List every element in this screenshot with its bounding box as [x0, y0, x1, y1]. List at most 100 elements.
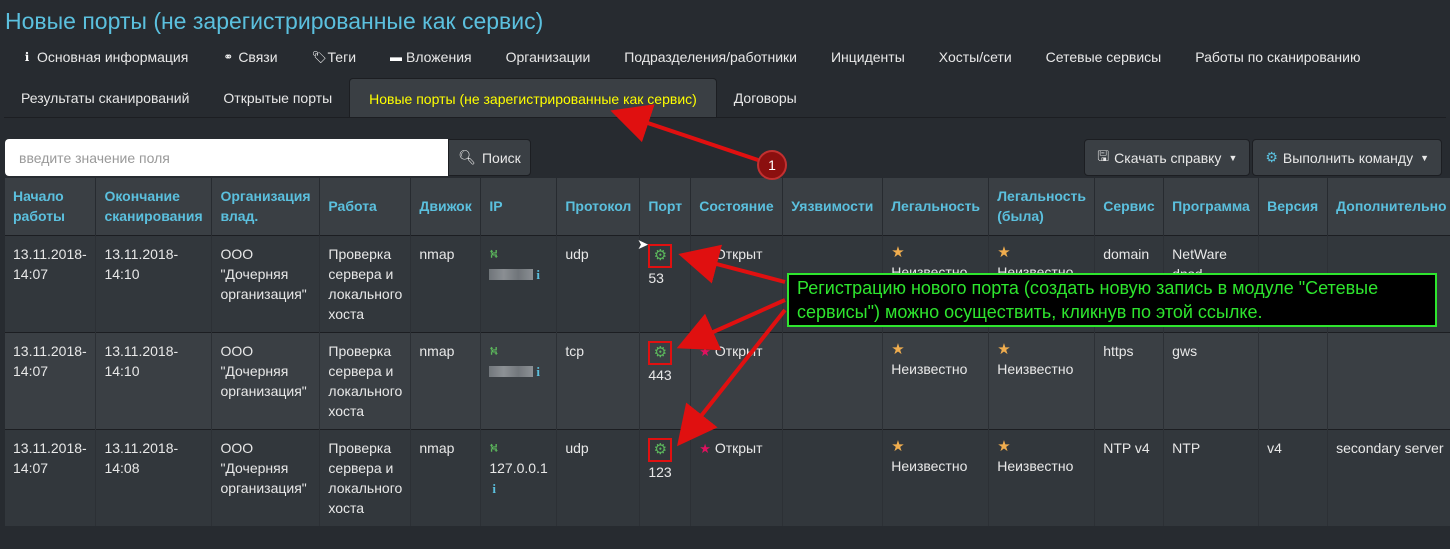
column-header[interactable]: Окончание сканирования: [95, 178, 213, 235]
toolbar: 🖫 Скачать справку ▼ ⚙ Выполнить команду ▼: [1084, 139, 1442, 176]
cell-engine: nmap: [410, 428, 482, 526]
step-badge: 1: [757, 150, 787, 180]
save-icon: 🖫: [1097, 147, 1110, 164]
cell-job: Проверка сервера и локального хоста: [319, 331, 412, 429]
cell-state: ★ Открыт: [690, 234, 784, 332]
ports-table: Начало работы Окончание сканирования Орг…: [5, 178, 1450, 526]
caret-down-icon: ▼: [1420, 152, 1429, 163]
cell-vuln: [782, 428, 884, 526]
cell-job: Проверка сервера и локального хоста: [319, 234, 412, 332]
column-header[interactable]: Организация влад.: [211, 178, 321, 235]
tab-scan-jobs[interactable]: Работы по сканированию: [1178, 40, 1377, 74]
tab-contracts[interactable]: Договоры: [717, 78, 814, 118]
page-title: Новые порты (не зарегистрированные как с…: [5, 8, 544, 34]
cell-state: ★ Открыт: [690, 331, 784, 429]
tab-organizations[interactable]: Организации: [489, 40, 608, 74]
column-header[interactable]: Состояние: [690, 178, 784, 235]
column-header[interactable]: Уязвимости: [782, 178, 884, 235]
arrow-to-tab: [610, 104, 759, 162]
tab-departments[interactable]: Подразделения/работники: [607, 40, 814, 74]
cell-engine: nmap: [410, 234, 482, 332]
star-icon: ★: [997, 243, 1011, 261]
column-header[interactable]: IP: [480, 178, 558, 235]
cell-legal-was: ★ Неизвестно: [988, 331, 1096, 429]
cell-port: ⚙ 443: [639, 331, 692, 429]
column-header[interactable]: Порт: [639, 178, 692, 235]
cell-version: v4: [1258, 428, 1329, 526]
tab-main-info[interactable]: ℹ Основная информация: [4, 40, 205, 74]
blurred-ip: [489, 269, 534, 281]
tab-scan-results[interactable]: Результаты сканирований: [4, 78, 206, 118]
tabs-divider: [4, 117, 1446, 118]
cell-ip: ⛕ i: [480, 331, 558, 429]
star-icon: ★: [699, 246, 711, 262]
cell-start: 13.11.2018-14:07: [5, 428, 97, 526]
cell-state: ★ Открыт: [690, 428, 784, 526]
column-header[interactable]: Легальность: [882, 178, 990, 235]
network-icon[interactable]: ⛕: [489, 244, 548, 264]
info-icon: ℹ: [24, 50, 30, 64]
column-header[interactable]: Начало работы: [5, 178, 97, 235]
gear-icon: ⚙: [1265, 149, 1278, 165]
tab-open-ports[interactable]: Открытые порты: [206, 78, 349, 118]
tab-hosts[interactable]: Хосты/сети: [922, 40, 1029, 74]
cell-end: 13.11.2018-14:10: [95, 331, 213, 429]
cell-start: 13.11.2018-14:07: [5, 331, 97, 429]
column-header[interactable]: Движок: [410, 178, 482, 235]
cell-legal: ★ Неизвестно: [882, 331, 990, 429]
annotation-callout: Регистрацию нового порта (создать новую …: [787, 273, 1437, 327]
star-icon: ★: [699, 440, 711, 456]
column-header[interactable]: Легальность (была): [988, 178, 1096, 235]
table-row: 13.11.2018-14:07 13.11.2018-14:08 ООО "Д…: [5, 428, 1450, 526]
tab-new-ports[interactable]: Новые порты (не зарегистрированные как с…: [349, 78, 717, 118]
star-icon: ★: [891, 243, 905, 261]
column-header[interactable]: Дополнительно: [1327, 178, 1450, 235]
star-icon: ★: [891, 340, 905, 358]
cell-vuln: [782, 331, 884, 429]
column-header[interactable]: Работа: [319, 178, 412, 235]
cell-legal-was: ★ Неизвестно: [988, 428, 1096, 526]
folder-icon: ▬: [390, 50, 403, 64]
tab-incidents[interactable]: Инциденты: [814, 40, 922, 74]
register-service-icon[interactable]: ⚙: [648, 243, 673, 268]
column-header[interactable]: Версия: [1258, 178, 1329, 235]
star-icon: ★: [997, 340, 1011, 358]
tab-tags[interactable]: 🏷 Теги: [295, 40, 373, 74]
info-icon[interactable]: i: [536, 267, 540, 282]
cell-end: 13.11.2018-14:10: [95, 234, 213, 332]
cell-port: ⚙ 123: [639, 428, 692, 526]
column-header[interactable]: Сервис: [1094, 178, 1165, 235]
cell-job: Проверка сервера и локального хоста: [319, 428, 412, 526]
tags-icon: 🏷: [311, 50, 327, 64]
search-input[interactable]: [5, 139, 448, 176]
table-row: 13.11.2018-14:07 13.11.2018-14:10 ООО "Д…: [5, 331, 1450, 429]
cell-program: NTP: [1163, 428, 1260, 526]
cell-org: ООО "Дочерняя организация": [211, 428, 321, 526]
mouse-cursor-icon: ➤: [637, 236, 649, 252]
cell-ip: ⛕ 127.0.0.1 i: [480, 428, 558, 526]
cell-proto: tcp: [556, 331, 641, 429]
tab-attachments[interactable]: ▬ Вложения: [373, 40, 489, 74]
register-service-icon[interactable]: ⚙: [648, 340, 673, 365]
cell-service: NTP v4: [1094, 428, 1165, 526]
table-header-row: Начало работы Окончание сканирования Орг…: [5, 178, 1450, 235]
star-icon: ★: [699, 343, 711, 359]
download-report-button[interactable]: 🖫 Скачать справку ▼: [1084, 139, 1251, 176]
caret-down-icon: ▼: [1228, 152, 1238, 163]
info-icon[interactable]: i: [492, 481, 496, 496]
cell-service: https: [1094, 331, 1165, 429]
info-icon[interactable]: i: [536, 364, 540, 379]
execute-command-button[interactable]: ⚙ Выполнить команду ▼: [1252, 139, 1442, 176]
register-service-icon[interactable]: ⚙: [648, 437, 673, 462]
cell-start: 13.11.2018-14:07: [5, 234, 97, 332]
network-icon[interactable]: ⛕: [489, 438, 548, 458]
column-header[interactable]: Программа: [1163, 178, 1260, 235]
network-icon[interactable]: ⛕: [489, 341, 548, 361]
cell-proto: udp: [556, 234, 641, 332]
cell-proto: udp: [556, 428, 641, 526]
tab-network-services[interactable]: Сетевые сервисы: [1029, 40, 1179, 74]
search-button[interactable]: 🔍︎ Поиск: [448, 139, 531, 176]
tab-links[interactable]: ⚭ Связи: [205, 40, 294, 74]
tabs-row-secondary: Результаты сканирований Открытые порты Н…: [4, 78, 814, 118]
column-header[interactable]: Протокол: [556, 178, 641, 235]
